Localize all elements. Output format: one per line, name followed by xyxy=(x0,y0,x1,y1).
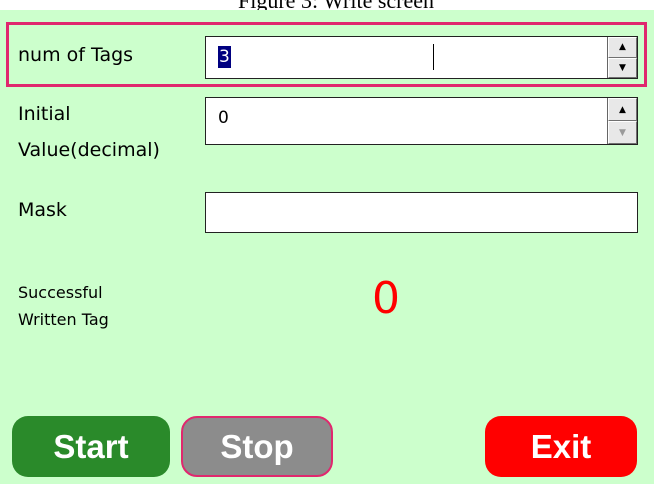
initial-value-spin-buttons: ▲ ▼ xyxy=(607,98,637,144)
num-tags-label: num of Tags xyxy=(18,44,134,66)
initial-value-label-line2: Value(decimal) xyxy=(18,139,160,161)
start-button[interactable]: Start xyxy=(12,416,170,477)
spin-down-icon[interactable]: ▼ xyxy=(608,57,637,78)
mask-input[interactable] xyxy=(205,192,638,233)
mask-label: Mask xyxy=(18,199,67,221)
num-tags-spin-buttons: ▲ ▼ xyxy=(607,37,637,78)
success-label-line1: Successful xyxy=(18,283,103,302)
initial-value-spinbox[interactable]: 0 ▲ ▼ xyxy=(205,97,638,145)
num-tags-spinbox[interactable]: 3 ▲ ▼ xyxy=(205,36,638,79)
initial-value-value[interactable]: 0 xyxy=(218,98,229,138)
stop-button[interactable]: Stop xyxy=(181,416,333,477)
spin-up-icon[interactable]: ▲ xyxy=(608,37,637,58)
exit-button[interactable]: Exit xyxy=(485,416,637,477)
num-tags-value[interactable]: 3 xyxy=(218,46,231,68)
success-label-line2: Written Tag xyxy=(18,310,109,329)
figure-caption: Figure 3: Write screen xyxy=(238,0,434,10)
spin-up-icon[interactable]: ▲ xyxy=(608,98,637,121)
initial-value-label-line1: Initial xyxy=(18,103,71,125)
text-caret xyxy=(433,44,434,70)
caption-strip: Figure 3: Write screen xyxy=(0,0,654,10)
success-count: 0 xyxy=(372,273,400,324)
spin-down-icon[interactable]: ▼ xyxy=(608,121,637,144)
